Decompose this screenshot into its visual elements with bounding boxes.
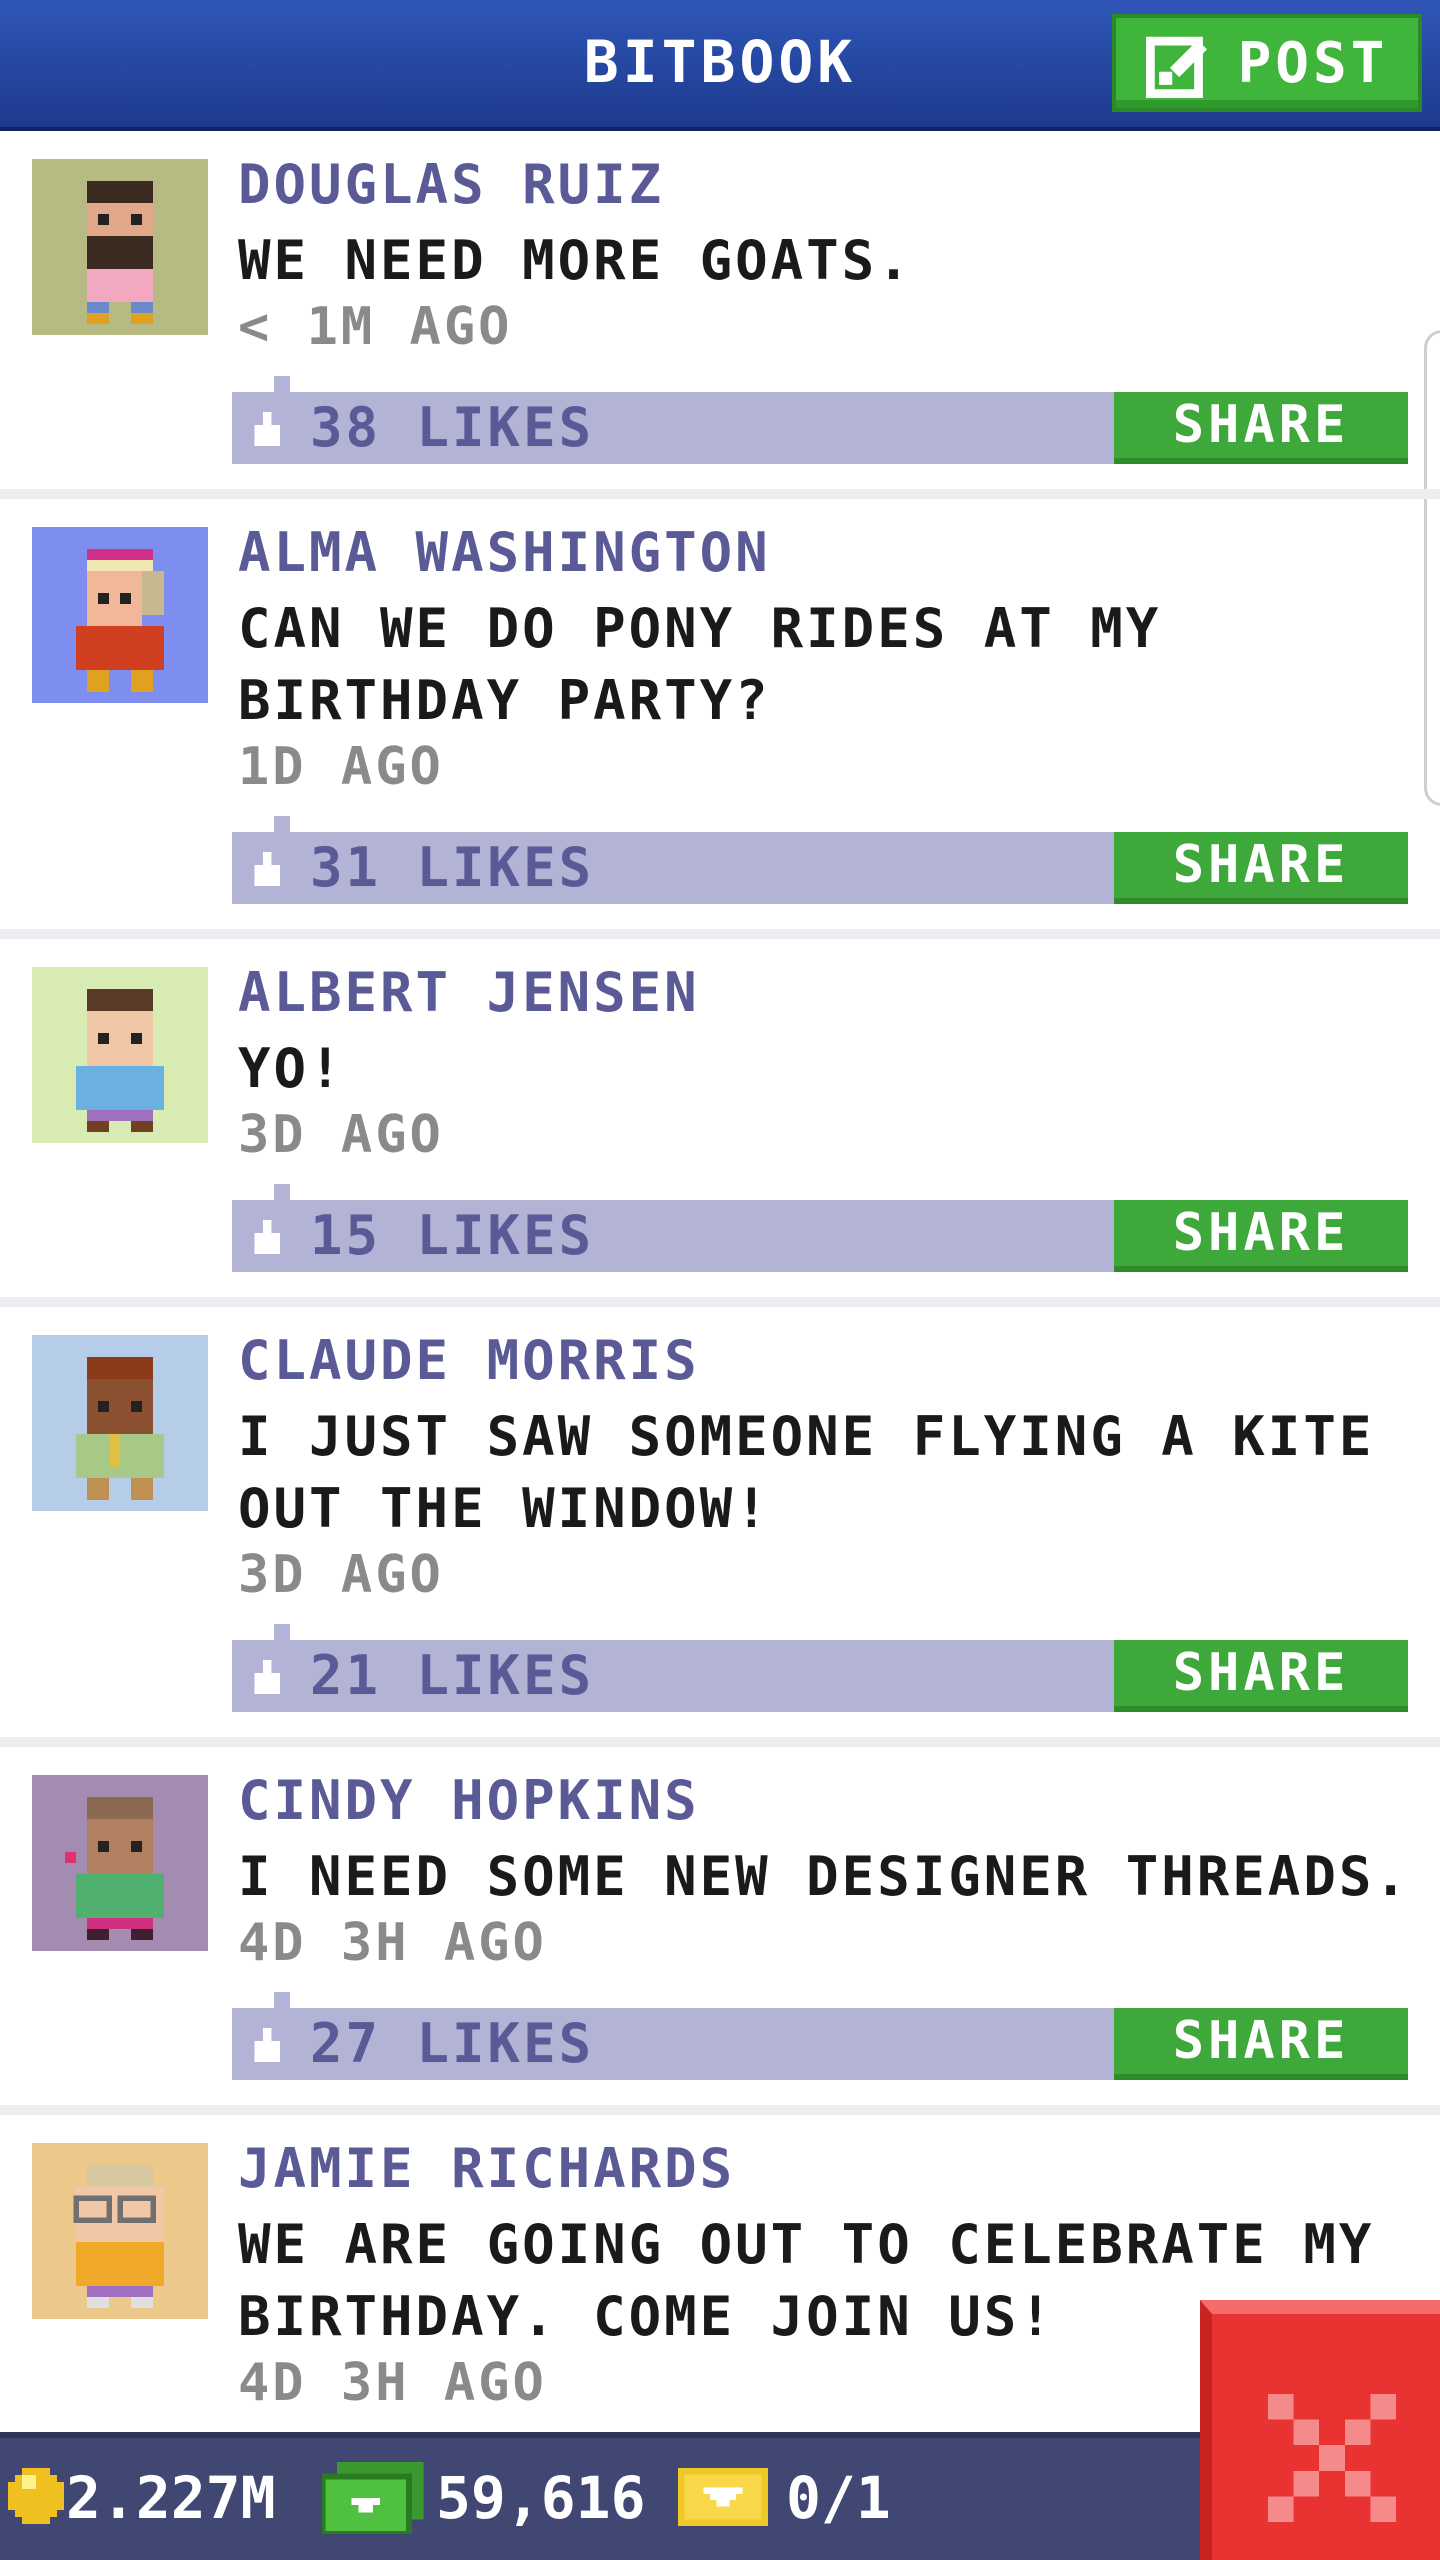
likes-count[interactable]: 21 LIKES <box>310 1644 594 1707</box>
bux-balance: 59,616 <box>436 2464 646 2532</box>
share-button[interactable]: SHARE <box>1114 832 1408 904</box>
avatar <box>32 1775 208 1951</box>
post-message: I NEED SOME NEW DESIGNER THREADS. <box>238 1845 1410 1908</box>
close-icon <box>1268 2394 1396 2522</box>
post-message: I JUST SAW SOMEONE FLYING A KITE OUT THE… <box>238 1405 1375 1540</box>
tickets-count: 0/1 <box>786 2464 891 2532</box>
avatar <box>32 1335 208 1511</box>
share-button[interactable]: SHARE <box>1114 392 1408 464</box>
likes-bar: 21 LIKES SHARE <box>232 1624 1408 1712</box>
share-button[interactable]: SHARE <box>1114 1640 1408 1712</box>
feed-post: ALMA WASHINGTON CAN WE DO PONY RIDES AT … <box>0 499 1440 939</box>
coin-icon <box>8 2468 64 2524</box>
likes-count[interactable]: 15 LIKES <box>310 1204 594 1267</box>
post-time: < 1M AGO <box>238 297 513 357</box>
post-time: 3D AGO <box>238 1545 444 1605</box>
post-time: 1D AGO <box>238 737 444 797</box>
avatar <box>32 2143 208 2319</box>
feed-post: CINDY HOPKINS I NEED SOME NEW DESIGNER T… <box>0 1747 1440 2115</box>
post-button[interactable]: POST <box>1112 14 1422 112</box>
feed-post: DOUGLAS RUIZ WE NEED MORE GOATS. < 1M AG… <box>0 131 1440 499</box>
post-time: 3D AGO <box>238 1105 444 1165</box>
post-author[interactable]: CLAUDE MORRIS <box>238 1329 700 1392</box>
feed-post: CLAUDE MORRIS I JUST SAW SOMEONE FLYING … <box>0 1307 1440 1747</box>
likes-count[interactable]: 31 LIKES <box>310 836 594 899</box>
thumbs-up-icon <box>254 1660 280 1694</box>
post-button-label: POST <box>1237 30 1389 96</box>
likes-bar: 15 LIKES SHARE <box>232 1184 1408 1272</box>
post-author[interactable]: ALMA WASHINGTON <box>238 521 771 584</box>
likes-bar: 31 LIKES SHARE <box>232 816 1408 904</box>
likes-count[interactable]: 27 LIKES <box>310 2012 594 2075</box>
app-header: BITBOOK POST <box>0 0 1440 131</box>
likes-count[interactable]: 38 LIKES <box>310 396 594 459</box>
likes-bar: 38 LIKES SHARE <box>232 376 1408 464</box>
post-author[interactable]: DOUGLAS RUIZ <box>238 153 664 216</box>
post-author[interactable]: JAMIE RICHARDS <box>238 2137 735 2200</box>
likes-bar: 27 LIKES SHARE <box>232 1992 1408 2080</box>
avatar <box>32 527 208 703</box>
post-time: 4D 3H AGO <box>238 1913 547 1973</box>
post-time: 4D 3H AGO <box>238 2353 547 2413</box>
ticket-icon <box>678 2468 768 2526</box>
edit-icon <box>1145 36 1207 98</box>
share-button[interactable]: SHARE <box>1114 2008 1408 2080</box>
avatar <box>32 967 208 1143</box>
thumbs-up-icon <box>254 2028 280 2062</box>
coins-balance: 2.227M <box>66 2464 276 2532</box>
share-button[interactable]: SHARE <box>1114 1200 1408 1272</box>
post-message: WE NEED MORE GOATS. <box>238 229 913 292</box>
thumbs-up-icon <box>254 1220 280 1254</box>
thumbs-up-icon <box>254 852 280 886</box>
avatar <box>32 159 208 335</box>
post-message: CAN WE DO PONY RIDES AT MY BIRTHDAY PART… <box>238 597 1162 732</box>
close-button[interactable] <box>1200 2300 1440 2560</box>
post-author[interactable]: ALBERT JENSEN <box>238 961 700 1024</box>
cash-icon <box>322 2462 424 2534</box>
post-author[interactable]: CINDY HOPKINS <box>238 1769 700 1832</box>
feed-post: ALBERT JENSEN YO! 3D AGO 15 LIKES SHARE <box>0 939 1440 1307</box>
post-message: YO! <box>238 1037 345 1100</box>
thumbs-up-icon <box>254 412 280 446</box>
